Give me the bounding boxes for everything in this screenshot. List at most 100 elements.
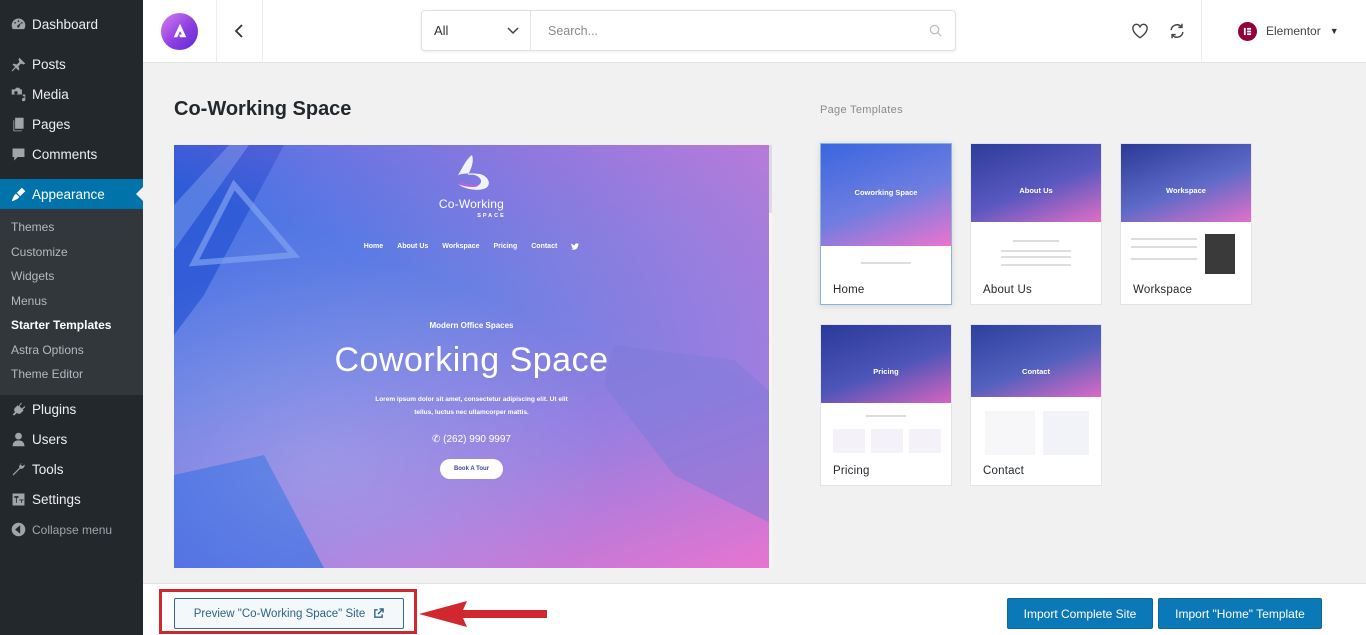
template-photo bbox=[1205, 234, 1235, 274]
template-thumbnail: Contact bbox=[971, 325, 1101, 455]
sidebar-item-posts[interactable]: Posts bbox=[0, 49, 143, 79]
import-complete-site-button[interactable]: Import Complete Site bbox=[1007, 598, 1153, 629]
submenu-item-customize[interactable]: Customize bbox=[0, 240, 143, 265]
sidebar-item-media[interactable]: Media bbox=[0, 79, 143, 109]
preview-cta-button: Book A Tour bbox=[440, 459, 503, 479]
preview-paragraph-line: Lorem ipsum dolor sit amet, consectetur … bbox=[375, 396, 568, 403]
search-icon[interactable] bbox=[915, 11, 955, 50]
sidebar-item-dashboard[interactable]: Dashboard bbox=[0, 9, 143, 39]
pricing-box bbox=[833, 429, 865, 453]
settings-icon bbox=[8, 490, 28, 510]
sidebar-item-settings[interactable]: Settings bbox=[0, 485, 143, 515]
sidebar-item-label: Dashboard bbox=[32, 16, 99, 32]
template-card-contact[interactable]: Contact Contact bbox=[970, 324, 1102, 486]
site-title: Co-Working Space bbox=[174, 98, 352, 120]
template-card-about-us[interactable]: About Us About Us bbox=[970, 143, 1102, 305]
pages-icon bbox=[8, 114, 28, 134]
template-hero-title: Contact bbox=[1022, 367, 1050, 376]
template-thumbnail-hero bbox=[971, 325, 1101, 397]
chevron-left-icon bbox=[234, 24, 243, 38]
favorites-heart-icon[interactable] bbox=[1129, 20, 1151, 42]
external-link-icon bbox=[374, 608, 385, 618]
pricing-box bbox=[909, 429, 941, 453]
preview-nav: Home About Us Workspace Pricing Contact bbox=[174, 243, 769, 252]
preview-brand-name: Co-Working bbox=[438, 197, 505, 211]
template-body-line bbox=[1001, 250, 1071, 252]
annotation-arrow-icon bbox=[419, 601, 547, 627]
template-body-line bbox=[1131, 238, 1197, 240]
caret-down-icon: ▼ bbox=[1329, 26, 1339, 36]
sidebar-item-users[interactable]: Users bbox=[0, 425, 143, 455]
contact-form-preview bbox=[985, 411, 1035, 455]
template-thumbnail-hero bbox=[1121, 144, 1251, 222]
twitter-icon bbox=[571, 243, 580, 252]
template-thumbnail: Workspace bbox=[1121, 144, 1251, 274]
preview-scrollbar-track[interactable] bbox=[769, 213, 772, 568]
sidebar-item-label: Plugins bbox=[32, 402, 77, 417]
sidebar-item-appearance[interactable]: Appearance bbox=[0, 179, 143, 209]
template-card-label: Home bbox=[833, 284, 865, 296]
template-card-label: About Us bbox=[983, 284, 1032, 296]
preview-site-button[interactable]: Preview "Co-Working Space" Site bbox=[174, 598, 404, 629]
template-body-line bbox=[1013, 240, 1059, 242]
submenu-item-astra-options[interactable]: Astra Options bbox=[0, 338, 143, 363]
template-card-workspace[interactable]: Workspace Workspace bbox=[1120, 143, 1252, 305]
page-builder-select[interactable]: Elementor ▼ bbox=[1201, 0, 1366, 62]
submenu-item-theme-editor[interactable]: Theme Editor bbox=[0, 362, 143, 387]
template-card-label: Workspace bbox=[1133, 284, 1193, 296]
preview-nav-workspace: Workspace bbox=[442, 243, 480, 250]
phone-icon: ✆ bbox=[431, 434, 441, 445]
wp-admin-sidebar: Dashboard Posts Media Pages Comments App… bbox=[0, 0, 143, 635]
collapse-menu-button[interactable]: Collapse menu bbox=[0, 515, 143, 545]
sidebar-item-label: Media bbox=[32, 86, 69, 102]
elementor-logo-icon bbox=[1238, 21, 1257, 41]
import-template-button[interactable]: Import "Home" Template bbox=[1158, 598, 1322, 629]
astra-logo bbox=[143, 0, 217, 62]
submenu-item-widgets[interactable]: Widgets bbox=[0, 264, 143, 289]
preview-brand-logo-icon bbox=[458, 155, 489, 190]
submenu-item-menus[interactable]: Menus bbox=[0, 289, 143, 314]
page-builder-label: Elementor bbox=[1266, 24, 1321, 38]
sidebar-item-plugins[interactable]: Plugins bbox=[0, 395, 143, 425]
back-button[interactable] bbox=[217, 0, 263, 62]
template-body-line bbox=[861, 262, 911, 264]
category-filter-select[interactable]: All bbox=[422, 11, 531, 50]
user-icon bbox=[8, 430, 28, 450]
media-icon bbox=[8, 84, 28, 104]
sidebar-item-comments[interactable]: Comments bbox=[0, 139, 143, 169]
appearance-submenu: Themes Customize Widgets Menus Starter T… bbox=[0, 209, 143, 395]
template-hero-title: Workspace bbox=[1166, 186, 1206, 195]
template-card-label: Contact bbox=[983, 465, 1025, 477]
template-card-pricing[interactable]: Pricing Pricing bbox=[820, 324, 952, 486]
template-hero-title: Coworking Space bbox=[854, 188, 918, 197]
template-thumbnail-hero bbox=[821, 325, 951, 403]
preview-tagline: Modern Office Spaces bbox=[429, 321, 514, 330]
preview-brand-sub: SPACE bbox=[477, 213, 506, 219]
preview-phone-number: (262) 990 9997 bbox=[443, 434, 511, 445]
preview-paragraph: Lorem ipsum dolor sit amet, consectetur … bbox=[174, 393, 769, 419]
submenu-item-themes[interactable]: Themes bbox=[0, 215, 143, 240]
template-body-line bbox=[1001, 256, 1071, 258]
action-footer: Preview "Co-Working Space" Site Import C… bbox=[143, 583, 1366, 635]
submenu-item-starter-templates[interactable]: Starter Templates bbox=[0, 313, 143, 338]
preview-phone: ✆ (262) 990 9997 bbox=[174, 434, 769, 445]
sidebar-item-label: Posts bbox=[32, 56, 66, 72]
dashboard-icon bbox=[8, 14, 28, 34]
sidebar-item-label: Tools bbox=[32, 462, 64, 477]
wrench-icon bbox=[8, 460, 28, 480]
sidebar-item-label: Settings bbox=[32, 492, 81, 507]
sidebar-item-pages[interactable]: Pages bbox=[0, 109, 143, 139]
search-input[interactable] bbox=[531, 11, 915, 50]
sidebar-item-tools[interactable]: Tools bbox=[0, 455, 143, 485]
comment-icon bbox=[8, 144, 28, 164]
sync-refresh-icon[interactable] bbox=[1166, 20, 1188, 42]
template-card-home[interactable]: Coworking Space Home bbox=[820, 143, 952, 305]
preview-nav-about: About Us bbox=[397, 243, 429, 250]
sidebar-item-label: Pages bbox=[32, 116, 71, 132]
template-body-line bbox=[1131, 258, 1197, 260]
sidebar-item-label: Users bbox=[32, 432, 68, 447]
template-body-line bbox=[866, 415, 906, 417]
preview-scrollbar-thumb[interactable] bbox=[769, 145, 772, 213]
search-bar: All bbox=[421, 10, 956, 51]
site-preview-screenshot[interactable]: Co-Working SPACE Home About Us Workspace… bbox=[174, 145, 772, 568]
